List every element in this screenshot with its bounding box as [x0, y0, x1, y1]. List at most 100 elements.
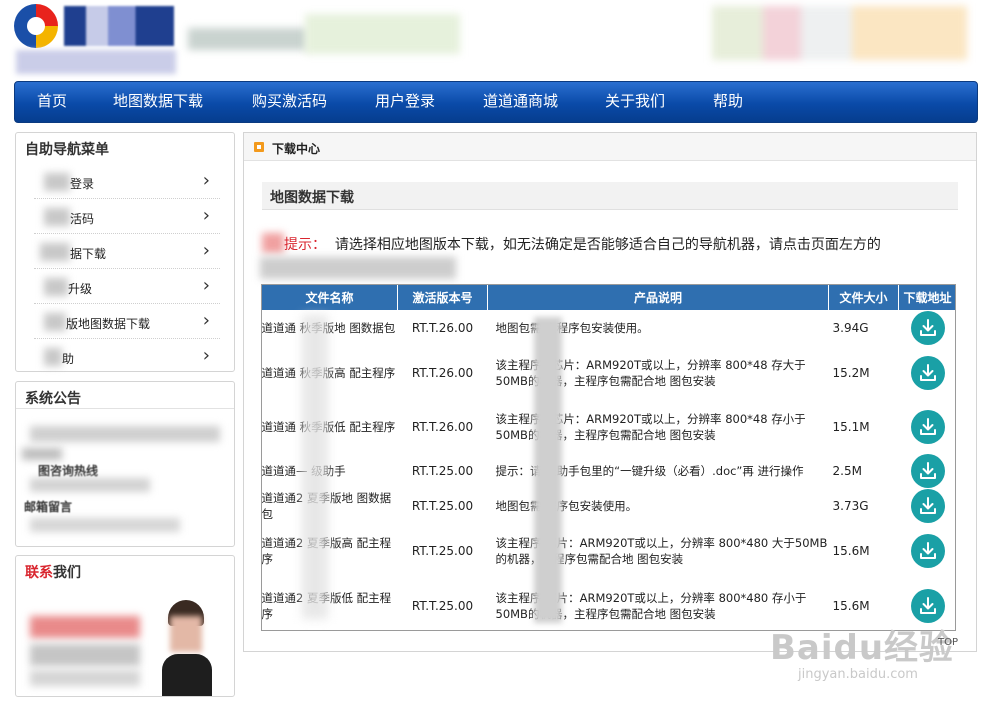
nav-help[interactable]: 帮助: [713, 82, 743, 122]
divider: [16, 408, 234, 409]
download-icon: [919, 418, 936, 435]
nav-home[interactable]: 首页: [37, 82, 67, 122]
menu-item-label: 登录: [70, 177, 95, 191]
chevron-right-icon: ›: [202, 310, 210, 331]
table-row: 道道通 秋季版地 图数据包RT.T.26.00地图包需 主程序包安装使用。3.9…: [261, 310, 957, 346]
download-icon: [919, 319, 936, 336]
cell-download: [898, 310, 957, 346]
system-notice-panel: 系统公告 图咨询热线 邮箱留言: [15, 381, 235, 547]
header-blurred-contact: [712, 6, 967, 60]
table-row: 道道通 秋季版低 配主程序RT.T.26.00该主程序 F芯片：ARM920T或…: [261, 400, 957, 454]
download-button[interactable]: [910, 356, 945, 390]
table-row: 道道通— 级助手 RT.T.25.00 提示：请 级助手包里的“一键升级（必看）.d…: [261, 453, 957, 489]
download-button[interactable]: [910, 489, 945, 523]
menu-item-label: 活码: [70, 212, 95, 226]
menu-item-mask: [44, 313, 66, 331]
notice-panel-title: 系统公告: [25, 391, 81, 407]
menu-panel-title: 自助导航菜单: [25, 142, 109, 158]
menu-item-login[interactable]: 登录 ›: [34, 165, 220, 199]
download-button[interactable]: [910, 534, 945, 568]
main-nav: 首页 地图数据下载 购买激活码 用户登录 道道通商城 关于我们 帮助: [14, 81, 978, 123]
cell-download: [898, 488, 957, 524]
chevron-right-icon: ›: [202, 240, 210, 261]
menu-item-mask: [44, 348, 62, 366]
table-row: 道道通2 夏季版地 图数据包 RT.T.25.00 地图包需 程序包安装使用。 3.7…: [261, 488, 957, 524]
cell-size: 15.6M: [828, 523, 899, 579]
notice-blurred-text: [30, 426, 220, 442]
cell-version: RT.T.25.00: [397, 488, 488, 524]
download-button[interactable]: [910, 311, 945, 345]
table-header-row: 文件名称 激活版本号 产品说明 文件大小 下载地址: [261, 284, 957, 311]
menu-item-data-download[interactable]: 据下载 ›: [34, 235, 220, 269]
menu-item-help[interactable]: 助 ›: [34, 340, 220, 374]
download-button[interactable]: [910, 454, 945, 488]
menu-item-mask: [44, 208, 70, 226]
nav-about[interactable]: 关于我们: [605, 82, 665, 122]
cell-size: 15.2M: [828, 345, 899, 401]
cell-version: RT.T.25.00: [397, 523, 488, 579]
back-to-top-link[interactable]: TOP: [938, 637, 958, 648]
nav-shop[interactable]: 道道通商城: [483, 82, 558, 122]
download-center-header: 下载中心: [244, 133, 976, 161]
cell-download: [898, 523, 957, 579]
table-row: 道道通2 夏季版高 配主程序 RT.T.25.00 该主程序 芯片：ARM920T或…: [261, 523, 957, 579]
col-header-filename: 文件名称: [261, 284, 398, 311]
contact-blurred-text: [30, 644, 140, 666]
nav-map-download[interactable]: 地图数据下载: [113, 82, 203, 122]
tip-text: 请选择相应地图版本下载，如无法确定是否能够适合自己的导航机器，请点击页面左方的: [334, 237, 881, 253]
cell-filename: 道道通2 夏季版低 配主程序: [261, 578, 398, 634]
col-header-description: 产品说明: [487, 284, 829, 311]
menu-item-upgrade[interactable]: 升级 ›: [34, 270, 220, 304]
header-blurred-banner: [305, 14, 460, 54]
self-service-menu-panel: 自助导航菜单 登录 › 活码 › 据下载 › 升级 › 版地图数据下载 › 助 …: [15, 132, 235, 372]
chevron-right-icon: ›: [202, 345, 210, 366]
download-icon: [919, 497, 936, 514]
download-center: 下载中心 地图数据下载 提示： 请选择相应地图版本下载，如无法确定是否能够适合自…: [243, 132, 977, 652]
cell-filename: 道道通 秋季版低 配主程序: [261, 400, 398, 454]
site-logo[interactable]: [14, 4, 176, 76]
menu-item-version-download[interactable]: 版地图数据下载 ›: [34, 305, 220, 339]
notice-email: 邮箱留言: [24, 500, 73, 514]
col-header-download: 下载地址: [898, 284, 957, 311]
download-icon: [919, 462, 936, 479]
header-blurred-text: [188, 28, 308, 50]
customer-service-avatar: [162, 600, 212, 696]
download-button[interactable]: [910, 589, 945, 623]
menu-item-activation-code[interactable]: 活码 ›: [34, 200, 220, 234]
cell-size: 3.73G: [828, 488, 899, 524]
contact-panel-title: 联系我们: [25, 565, 81, 581]
cell-filename: 道道通 秋季版地 图数据包: [261, 310, 398, 346]
download-center-title: 下载中心: [272, 142, 321, 156]
menu-item-mask: [44, 173, 70, 191]
map-download-section-title: 地图数据下载: [262, 182, 958, 210]
col-header-size: 文件大小: [828, 284, 899, 311]
baidu-watermark: Baidu经验 jingyan.baidu.com: [770, 628, 955, 682]
logo-text-blurred: [64, 6, 174, 46]
site-header: [0, 0, 1000, 80]
download-button[interactable]: [910, 410, 945, 444]
cell-version: RT.T.26.00: [397, 310, 488, 346]
tip-blurred-link: [260, 257, 456, 279]
cell-version: RT.T.26.00: [397, 400, 488, 454]
menu-item-label: 助: [62, 352, 75, 366]
nav-buy-activation-code[interactable]: 购买激活码: [252, 82, 327, 122]
menu-item-label: 据下载: [70, 247, 107, 261]
notice-blurred-text: [30, 518, 180, 532]
notice-blurred-text: [22, 448, 62, 460]
table-row: 道道通 秋季版高 配主程序RT.T.26.00该主程序 F芯片：ARM920T或…: [261, 345, 957, 401]
download-table: 文件名称 激活版本号 产品说明 文件大小 下载地址 道道通 秋季版地 图数据包R…: [261, 284, 957, 634]
logo-mark-icon: [14, 4, 58, 48]
cell-version: RT.T.25.00: [397, 453, 488, 489]
section-bullet-icon: [254, 142, 264, 152]
cell-download: [898, 345, 957, 401]
cell-download: [898, 400, 957, 454]
contact-panel: 联系我们: [15, 555, 235, 697]
chevron-right-icon: ›: [202, 170, 210, 191]
filename-column-blur: [302, 315, 328, 619]
nav-user-login[interactable]: 用户登录: [375, 82, 435, 122]
cell-size: 2.5M: [828, 453, 899, 489]
cell-filename: 道道通2 夏季版高 配主程序: [261, 523, 398, 579]
logo-subtitle-blurred: [16, 50, 176, 74]
cell-size: 15.1M: [828, 400, 899, 454]
contact-blurred-text: [30, 670, 140, 686]
